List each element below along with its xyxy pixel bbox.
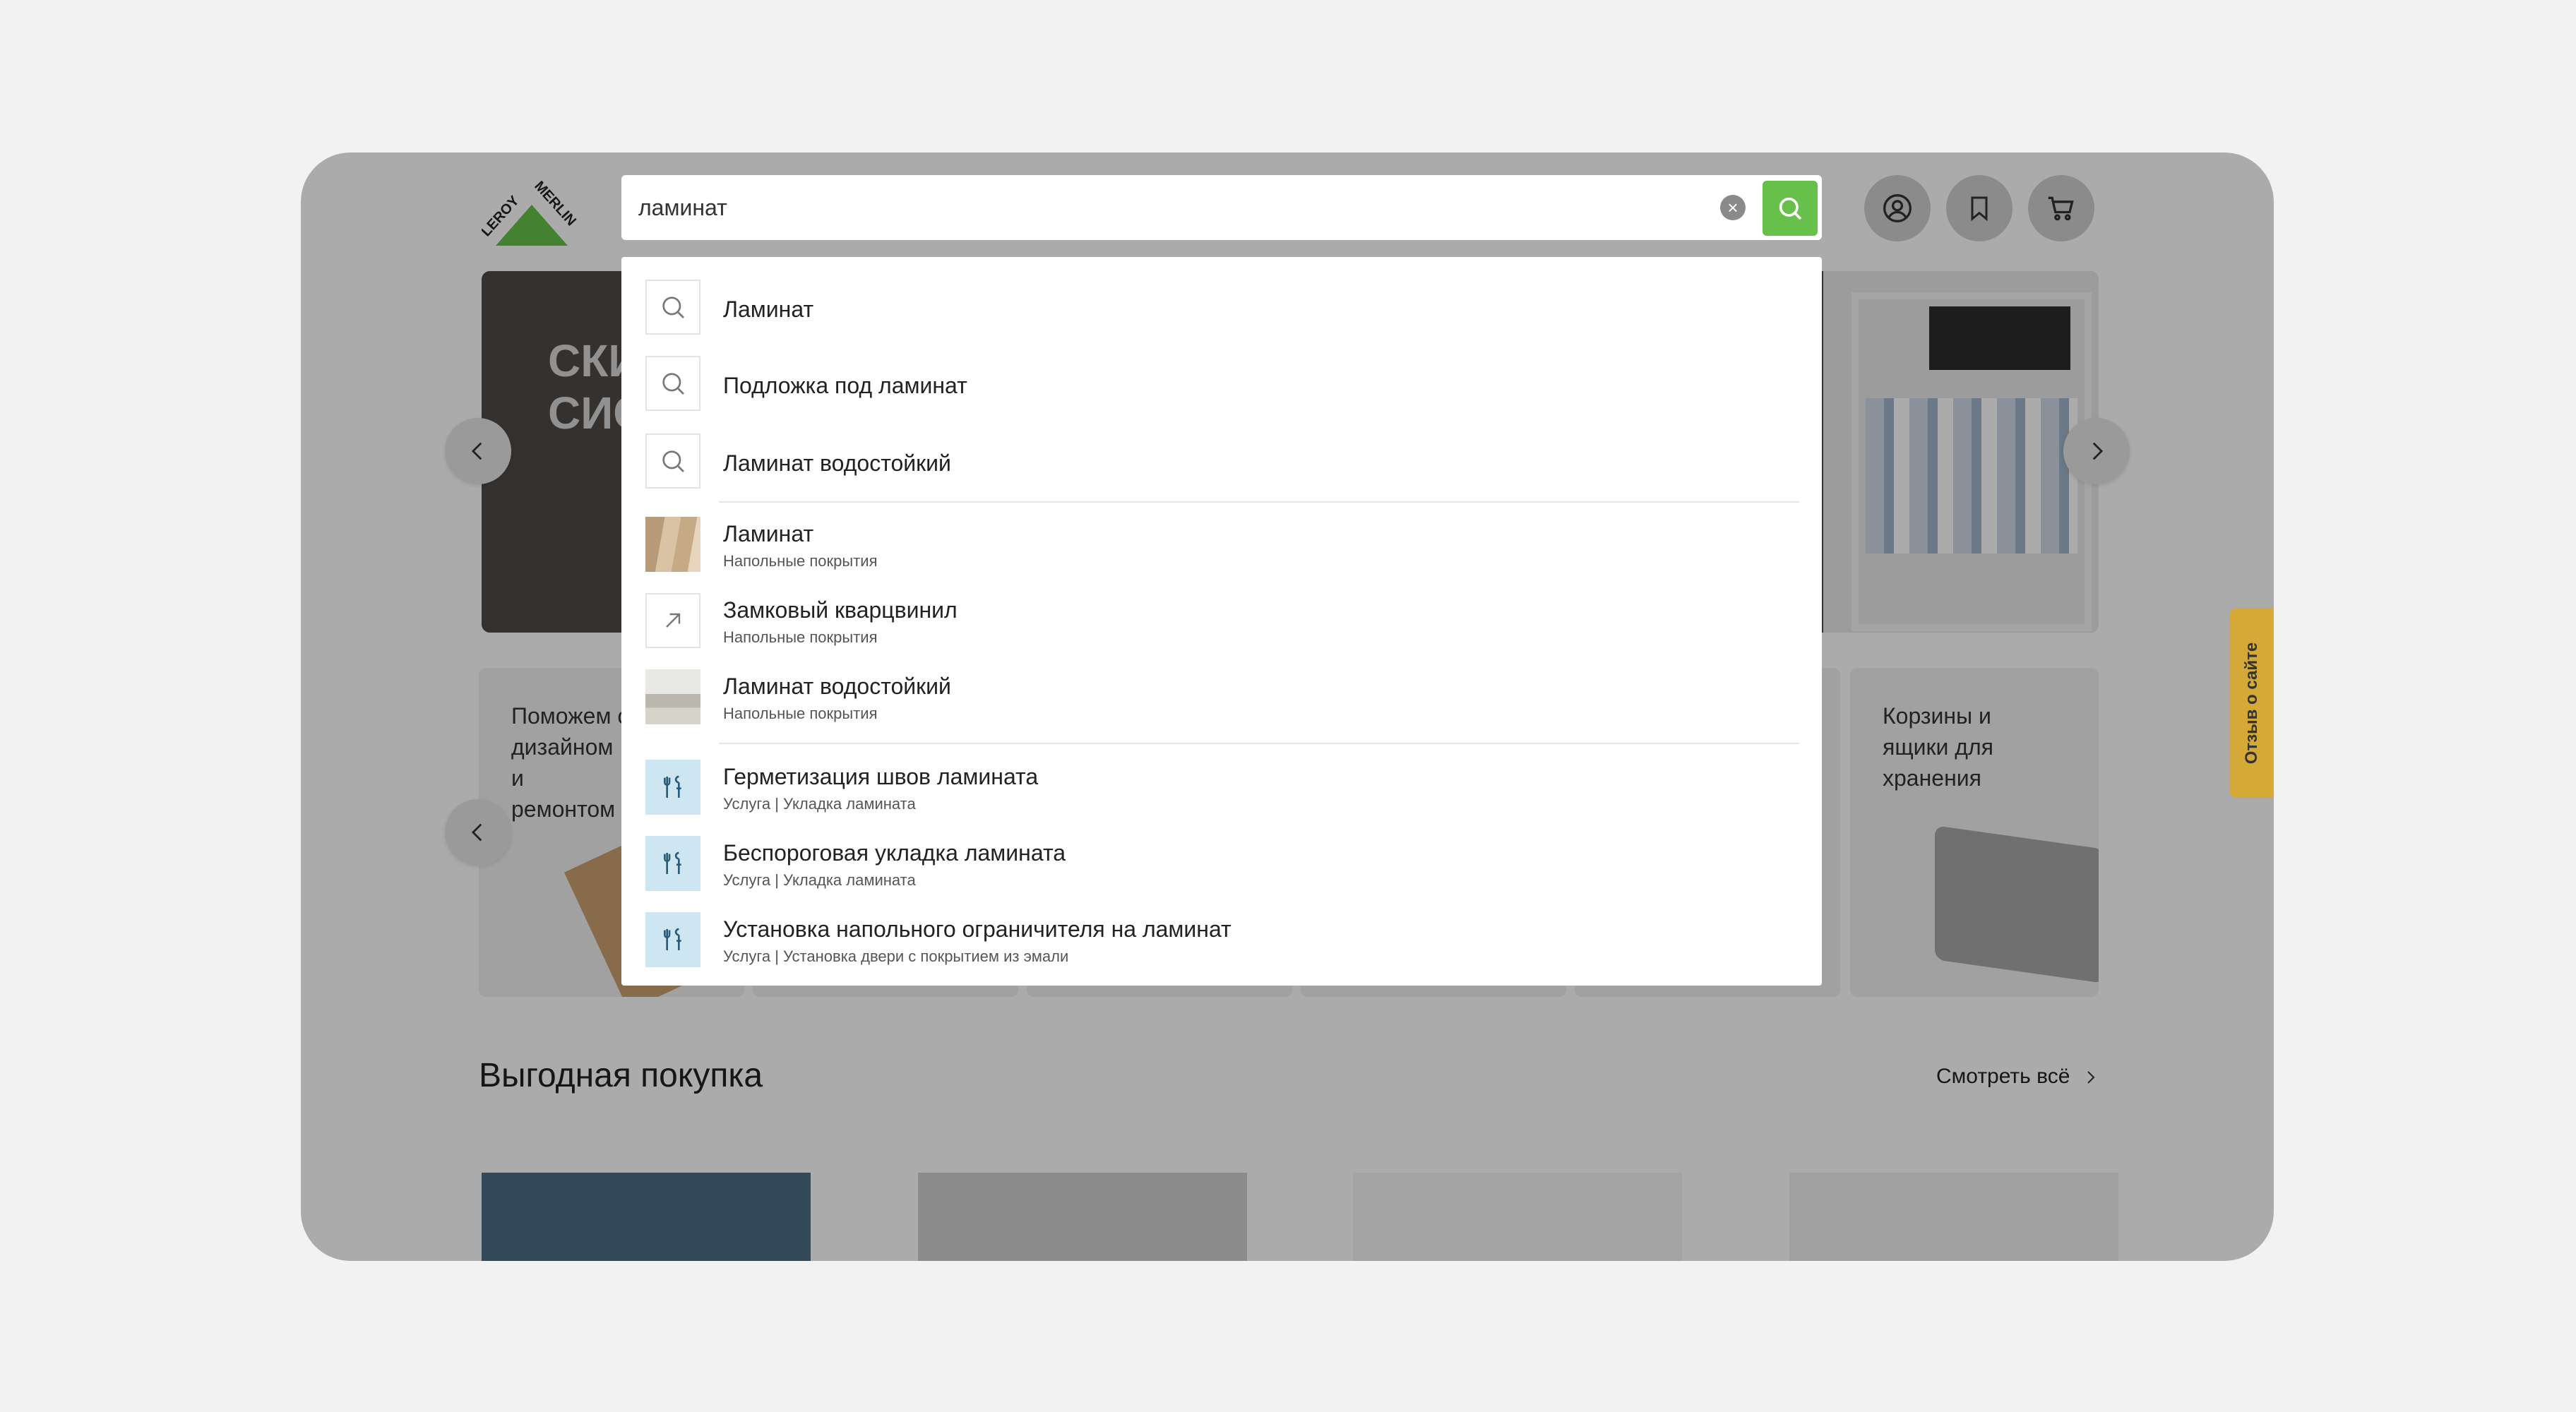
- browser-frame: LEROY MERLIN СКИ СИС Поможем с дизайном …: [301, 152, 2274, 1261]
- divider: [719, 501, 1799, 503]
- suggestion-category: Напольные покрытия: [723, 628, 878, 646]
- arrow-up-right-icon-box: [645, 593, 700, 648]
- search-input[interactable]: ламинат: [638, 175, 727, 240]
- suggestion-label: Замковый кварцвинил: [723, 597, 958, 623]
- suggestion-label: Ламинат: [723, 521, 814, 546]
- feedback-label: Отзыв о сайте: [2242, 642, 2261, 765]
- suggestion-category: Напольные покрытия: [723, 552, 878, 570]
- suggestion-label: Ламинат: [723, 297, 814, 322]
- suggestion-label: Беспороговая укладка ламината: [723, 840, 1066, 866]
- search-submit-button[interactable]: [1763, 181, 1818, 236]
- suggestion-category: Напольные покрытия: [723, 705, 878, 722]
- search-icon-box: [645, 356, 700, 411]
- laminate-thumbnail: [645, 517, 700, 572]
- suggestion-label: Герметизация швов ламината: [723, 764, 1039, 789]
- service-suggestion[interactable]: Герметизация швов ламината Услуга | Укла…: [645, 760, 1796, 816]
- waterproof-laminate-thumbnail: [645, 669, 700, 724]
- suggestion-category: Услуга | Укладка ламината: [723, 871, 916, 889]
- divider: [719, 743, 1799, 744]
- tools-icon: [664, 851, 681, 874]
- suggestion-category: Услуга | Укладка ламината: [723, 795, 916, 813]
- service-suggestion[interactable]: Беспороговая укладка ламината Услуга | У…: [645, 836, 1796, 892]
- search-icon: [662, 297, 684, 318]
- tools-icon: [664, 775, 681, 798]
- search-icon-box: [645, 280, 700, 335]
- search-suggestions: Ламинат Подложка под ламинат Ламинат вод…: [621, 257, 1822, 986]
- search-icon: [1779, 197, 1802, 220]
- search-icon: [662, 450, 684, 472]
- suggestion-label: Ламинат водостойкий: [723, 450, 951, 476]
- tools-icon-box: [645, 912, 700, 967]
- search-icon: [662, 373, 684, 395]
- arrow-up-right-icon: [666, 613, 681, 628]
- search-icon-box: [645, 433, 700, 489]
- query-suggestion[interactable]: Ламинат: [645, 280, 1796, 336]
- suggestion-category: Услуга | Установка двери с покрытием из …: [723, 947, 1069, 965]
- tools-icon-box: [645, 760, 700, 815]
- tools-icon: [664, 928, 681, 950]
- query-suggestion[interactable]: Подложка под ламинат: [645, 356, 1796, 412]
- suggestion-label: Ламинат водостойкий: [723, 674, 951, 699]
- query-suggestion[interactable]: Ламинат водостойкий: [645, 433, 1796, 490]
- clear-icon: ×: [1727, 197, 1739, 218]
- tools-icon-box: [645, 836, 700, 891]
- category-suggestion[interactable]: Ламинат водостойкий Напольные покрытия: [645, 669, 1796, 726]
- category-suggestion[interactable]: Ламинат Напольные покрытия: [645, 517, 1796, 573]
- category-suggestion[interactable]: Замковый кварцвинил Напольные покрытия: [645, 593, 1796, 650]
- service-suggestion[interactable]: Установка напольного ограничителя на лам…: [645, 912, 1796, 969]
- suggestion-label: Подложка под ламинат: [723, 373, 967, 398]
- suggestion-label: Установка напольного ограничителя на лам…: [723, 916, 1232, 942]
- clear-search-button[interactable]: ×: [1720, 195, 1746, 220]
- feedback-tab[interactable]: Отзыв о сайте: [2230, 609, 2274, 798]
- search-bar[interactable]: ламинат ×: [621, 175, 1822, 240]
